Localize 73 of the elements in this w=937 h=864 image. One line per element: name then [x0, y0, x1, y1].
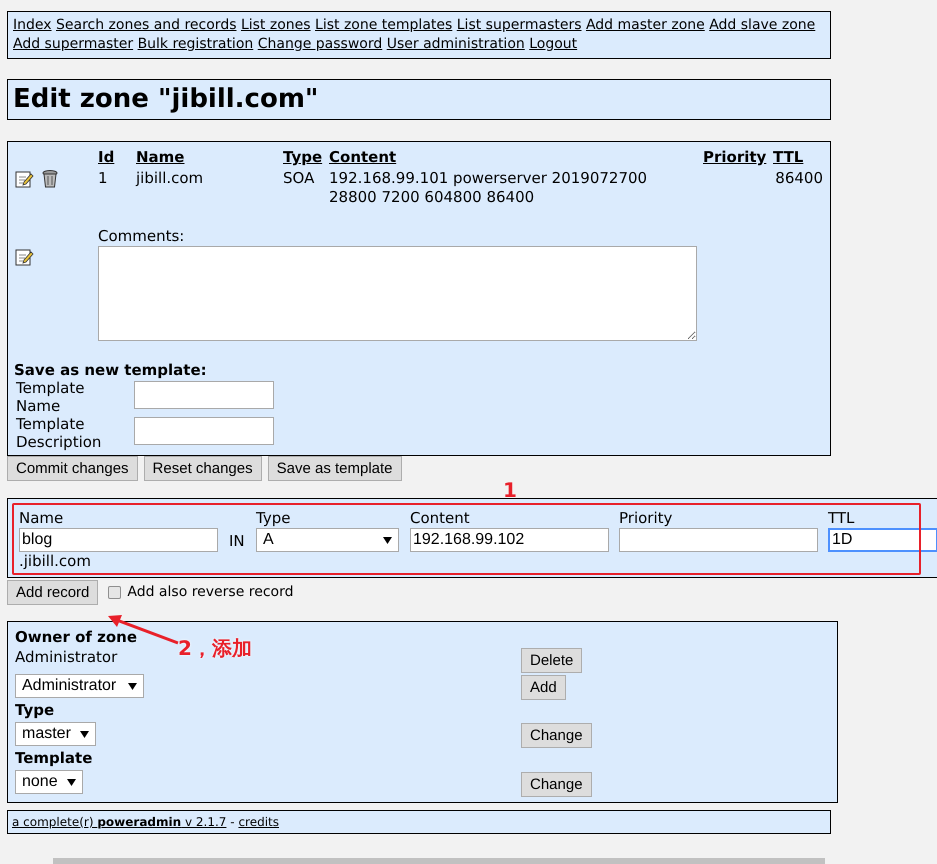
zone-type-select[interactable]: master — [15, 722, 96, 746]
template-select[interactable]: none — [15, 770, 83, 794]
nav-link[interactable]: Add supermaster — [13, 36, 134, 52]
reverse-checkbox[interactable] — [108, 586, 122, 599]
nav-link[interactable]: List zones — [240, 17, 311, 33]
domain-suffix: .jibill.com — [19, 552, 91, 571]
edit-icon[interactable] — [14, 247, 34, 267]
nav-link[interactable]: Change password — [258, 36, 382, 52]
column-header[interactable]: Name — [136, 148, 283, 167]
ttl-field[interactable]: 1D — [828, 528, 937, 552]
column-header[interactable]: Id — [98, 148, 136, 167]
table-cell-text: SOA — [283, 168, 316, 189]
dropdown-caret-icon — [128, 682, 137, 690]
form-button[interactable]: Reset changes — [144, 456, 262, 481]
field-label: Content — [410, 508, 470, 528]
name-field[interactable]: blog — [19, 528, 218, 552]
dropdown-caret-icon — [80, 730, 89, 738]
field-label: TTL — [828, 508, 854, 528]
table-cell-text: jibill.com — [136, 168, 204, 189]
add-owner-button[interactable]: Add — [521, 675, 566, 700]
version-link[interactable]: a complete(r) poweradmin v 2.1.7 — [12, 815, 226, 829]
field-label: Priority — [619, 508, 672, 528]
field-label: Name — [19, 508, 64, 528]
edit-icon[interactable] — [14, 169, 34, 189]
column-header[interactable]: TTL — [773, 148, 823, 167]
change-type-button[interactable]: Change — [521, 723, 592, 748]
change-template-button[interactable]: Change — [521, 772, 592, 797]
owner-select[interactable]: Administrator — [15, 674, 144, 698]
nav-link[interactable]: List zone templates — [315, 17, 452, 33]
annotation-label: 1 — [503, 479, 517, 501]
page-title: Edit zone "jibill.com" — [13, 84, 320, 115]
comments-label: Comments: — [98, 227, 186, 245]
section-heading: Type — [15, 701, 54, 720]
comments-field[interactable] — [98, 246, 697, 341]
horizontal-scrollbar[interactable] — [53, 858, 825, 864]
table-cell-text: 86400 — [774, 168, 823, 189]
priority-field[interactable] — [619, 528, 818, 552]
text-field[interactable] — [134, 381, 274, 409]
column-header[interactable]: Content — [329, 148, 703, 167]
nav-link[interactable]: Add slave zone — [709, 17, 816, 33]
section-heading: Save as new template: — [14, 361, 208, 379]
content-field[interactable]: 192.168.99.102 — [410, 528, 609, 552]
annotation-label: 2，添加 — [178, 635, 252, 661]
delete-button[interactable]: Delete — [521, 648, 582, 673]
dropdown-caret-icon — [383, 536, 392, 544]
nav-link[interactable]: Bulk registration — [138, 36, 254, 52]
table-cell-text: 192.168.99.101 powerserver 2019072700 28800 7200 604800 86400 — [329, 168, 648, 207]
field-label: Template Name — [16, 379, 86, 415]
nav-link[interactable]: Add master zone — [586, 17, 705, 33]
form-button[interactable]: Commit changes — [7, 456, 138, 481]
section-heading: Owner of zone — [15, 628, 138, 647]
nav-link[interactable]: List supermasters — [456, 17, 582, 33]
text-field[interactable] — [134, 417, 274, 445]
nav-link[interactable]: User administration — [386, 36, 525, 52]
nav-link[interactable]: Logout — [529, 36, 578, 52]
column-header[interactable]: Priority — [703, 148, 773, 167]
table-cell-text: 1 — [98, 168, 109, 189]
form-button[interactable]: Save as template — [268, 456, 402, 481]
checkbox-label: Add also reverse record — [127, 583, 294, 602]
separator-text: - — [230, 815, 235, 829]
type-select[interactable]: A — [256, 528, 399, 552]
credits-link[interactable]: credits — [238, 815, 279, 829]
owner-name: Administrator — [15, 647, 118, 667]
field-label: Template Description — [16, 415, 102, 451]
class-label: IN — [229, 531, 246, 552]
nav-link[interactable]: Index — [13, 17, 52, 33]
section-heading: Template — [15, 749, 92, 768]
field-label: Type — [256, 508, 290, 528]
nav-link[interactable]: Search zones and records — [56, 17, 236, 33]
add-record-button[interactable]: Add record — [7, 580, 98, 605]
trash-icon[interactable] — [40, 169, 60, 189]
dropdown-caret-icon — [67, 778, 76, 786]
column-header[interactable]: Type — [283, 148, 329, 167]
